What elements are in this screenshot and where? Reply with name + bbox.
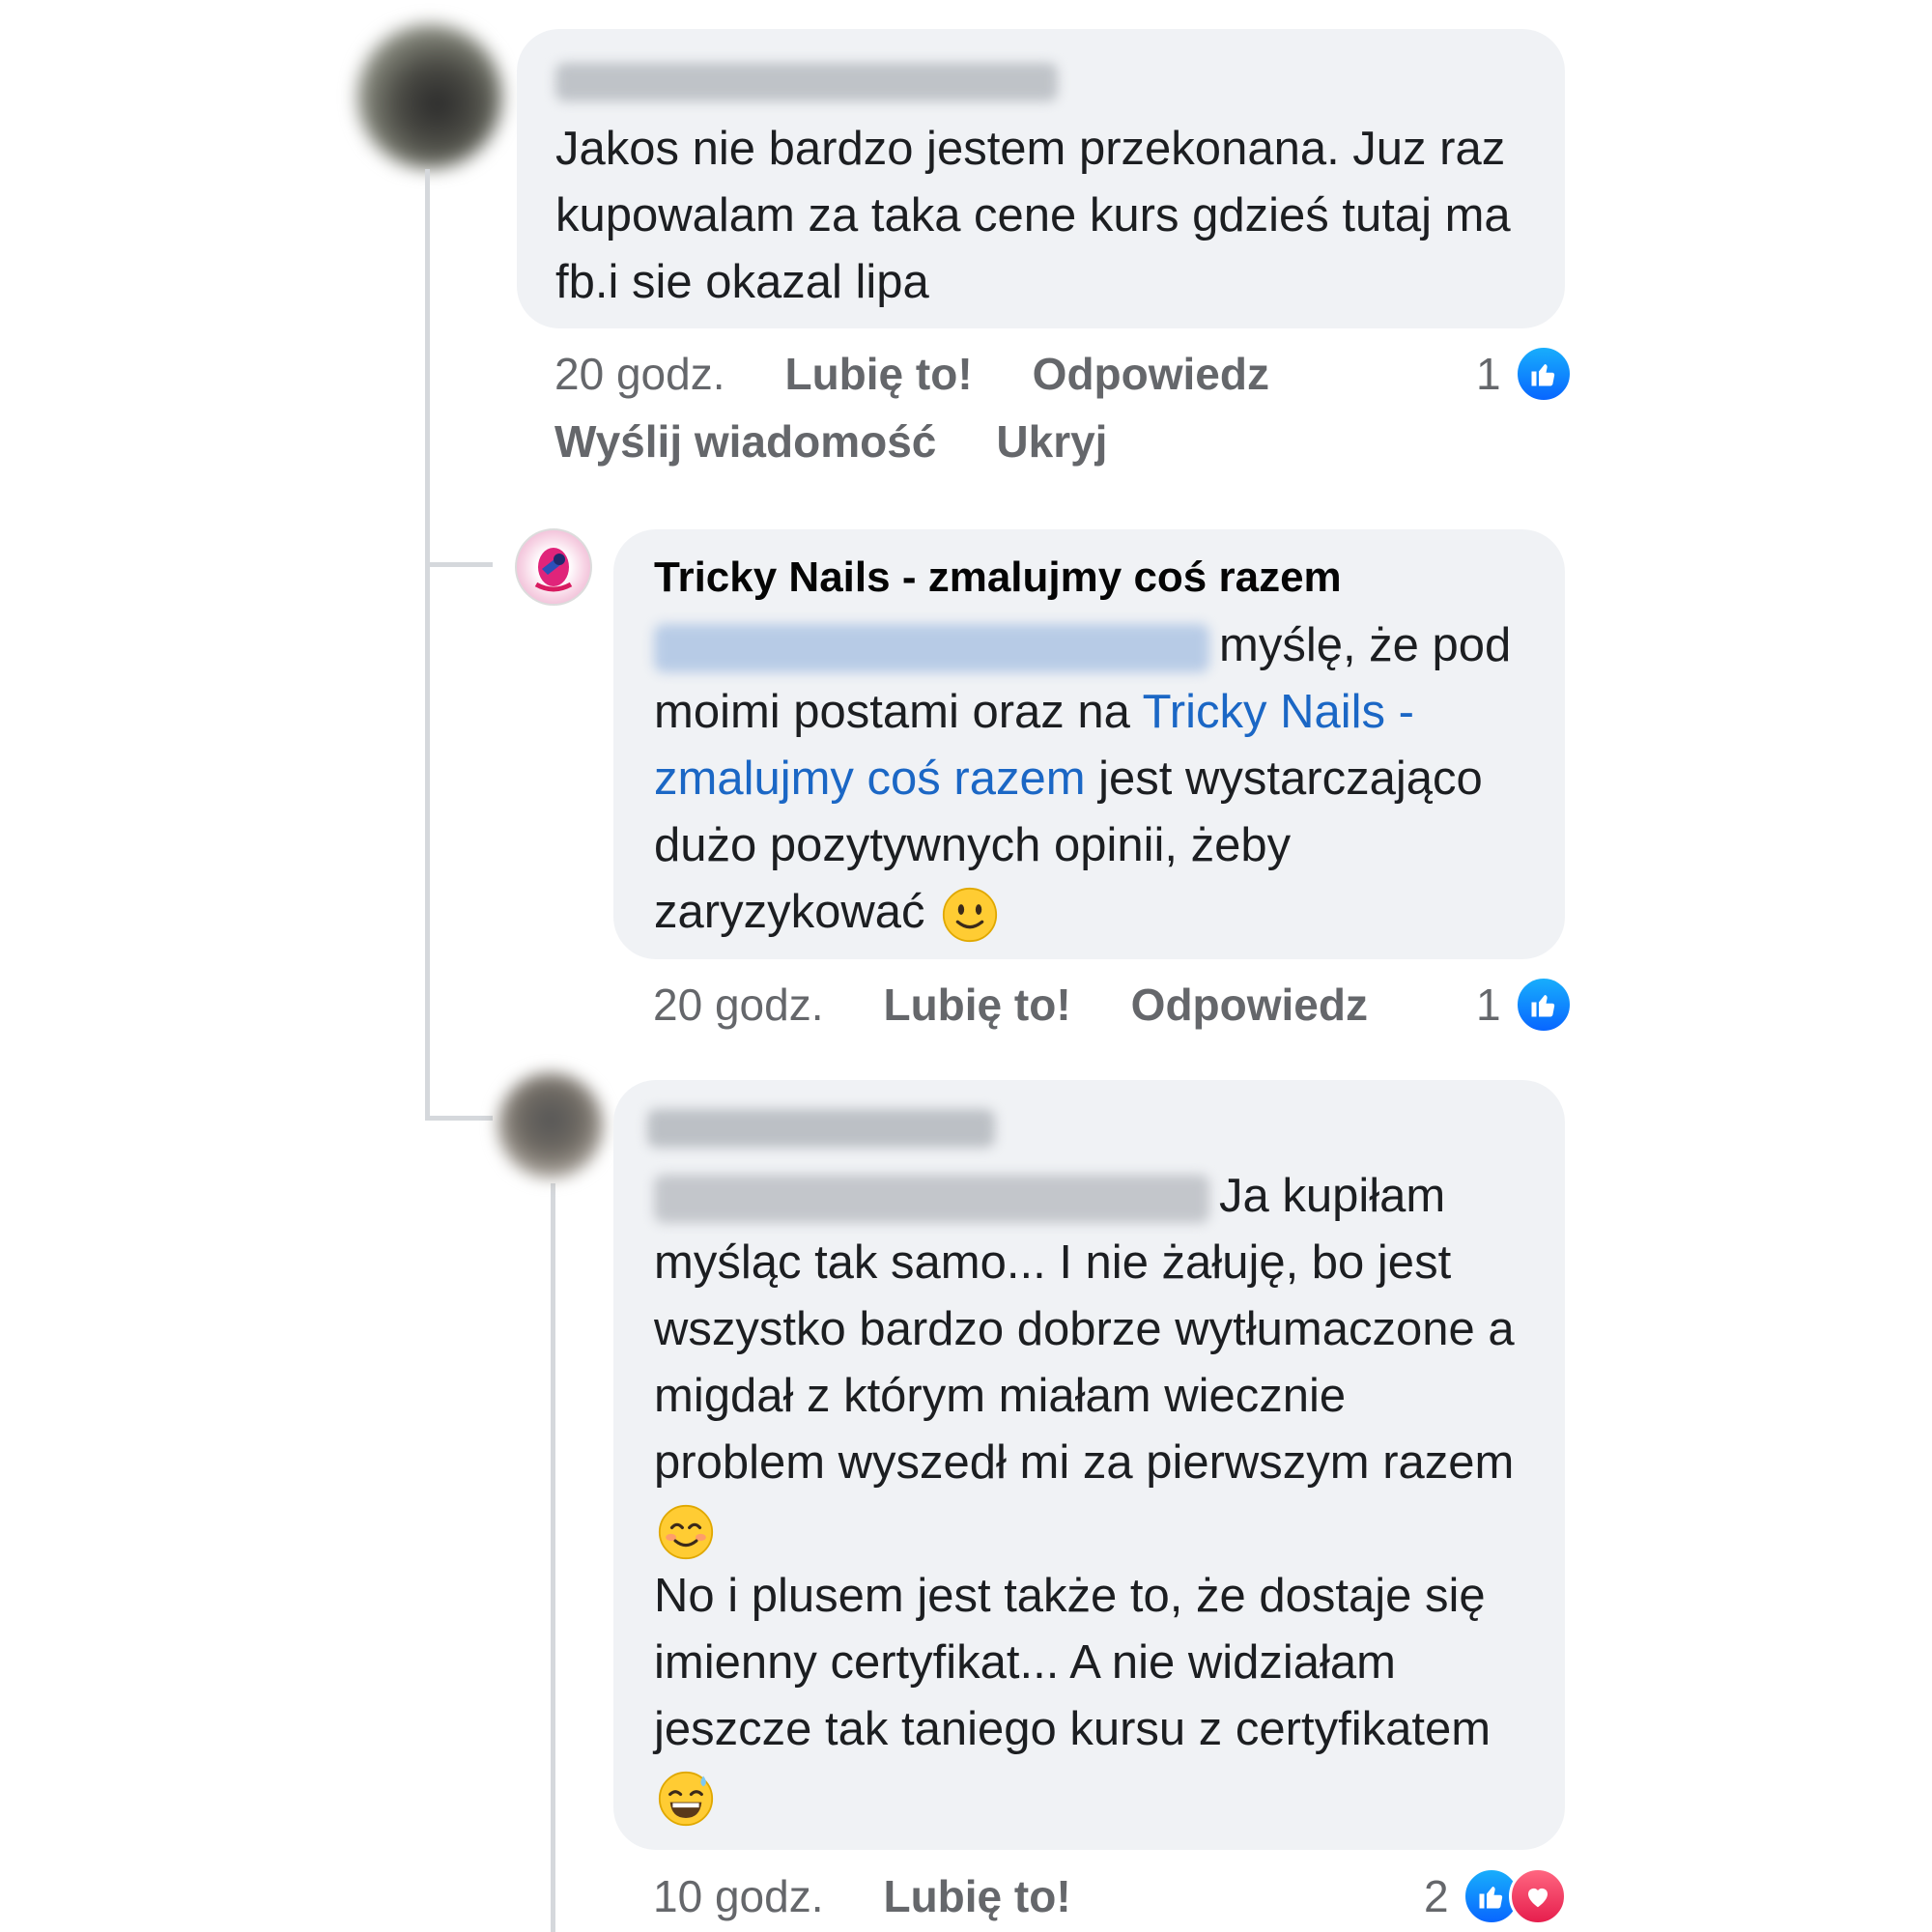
reaction-summary[interactable]: 2 [1424,1867,1567,1925]
like-button[interactable]: Lubię to! [883,1871,1070,1921]
commenter-avatar[interactable] [357,24,502,169]
comment-bubble: Tricky Nails - zmalujmy coś razem myślę,… [613,529,1565,959]
comment-actions: 10 godz. Lubię to! [653,1870,1131,1922]
comment-text: Ja kupiłam myśląc tak samo... I nie żału… [654,1163,1526,1830]
hide-button[interactable]: Ukryj [996,416,1107,467]
thread-branch [425,562,493,567]
reaction-count: 1 [1476,980,1501,1030]
like-reaction-icon [1514,345,1573,403]
thread-line [425,169,430,1121]
comment-text: myślę, że pod moimi postami oraz na Tric… [654,612,1526,946]
thread-line-sub [551,1183,555,1932]
comment-actions-row2: Wyślij wiadomość Ukryj [554,415,1167,468]
reply-button[interactable]: Odpowiedz [1131,980,1368,1030]
comment-actions: 20 godz. Lubię to! Odpowiedz [554,348,1329,400]
page-avatar[interactable] [515,528,592,606]
reply-button[interactable]: Odpowiedz [1033,349,1269,399]
grinning-face-with-sweat-icon [658,1771,714,1827]
reaction-summary[interactable]: 1 [1476,345,1573,403]
comment-actions: 20 godz. Lubię to! Odpowiedz [653,979,1428,1031]
slightly-smiling-face-icon [943,887,998,943]
like-reaction-icon [1514,976,1573,1034]
comment-author[interactable]: Tricky Nails - zmalujmy coś razem [654,551,1526,605]
like-button[interactable]: Lubię to! [883,980,1070,1030]
redacted-author-name[interactable] [555,63,1058,101]
redacted-author-name[interactable] [647,1109,995,1148]
redacted-mention[interactable] [654,1175,1209,1224]
comment-text: Jakos nie bardzo jestem przekonana. Juz … [555,123,1511,308]
like-button[interactable]: Lubię to! [784,349,972,399]
comment-time[interactable]: 10 godz. [653,1871,823,1921]
comment-text-part: No i plusem jest także to, że dostaje si… [654,1570,1492,1755]
redacted-mention[interactable] [654,624,1209,673]
smiling-face-with-smiling-eyes-icon [658,1504,714,1560]
love-reaction-icon [1508,1867,1567,1925]
thread-branch [425,1116,493,1121]
comment-time[interactable]: 20 godz. [653,980,823,1030]
reaction-count: 2 [1424,1871,1449,1921]
commenter-avatar[interactable] [497,1072,604,1179]
comment-time[interactable]: 20 godz. [554,349,724,399]
comment-bubble: Ja kupiłam myśląc tak samo... I nie żału… [613,1080,1565,1850]
reaction-count: 1 [1476,349,1501,399]
reaction-summary[interactable]: 1 [1476,976,1573,1034]
send-message-button[interactable]: Wyślij wiadomość [554,416,936,467]
nail-art-logo-icon [534,548,573,592]
